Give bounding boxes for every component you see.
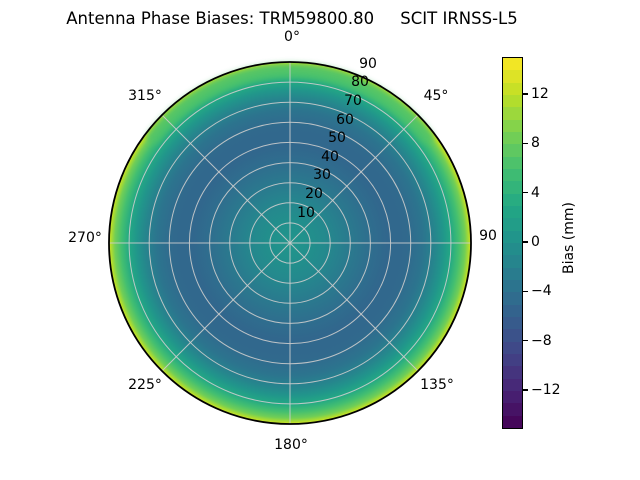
colorbar-band <box>503 415 522 428</box>
radial-tick-label: 20 <box>305 186 323 202</box>
radial-tick-label: 60 <box>336 112 354 128</box>
colorbar-band <box>503 242 522 256</box>
colorbar-band <box>503 378 522 391</box>
colorbar-band <box>503 329 522 342</box>
colorbar <box>502 57 523 429</box>
colorbar-band <box>503 193 522 206</box>
colorbar-tick-label: 4 <box>531 185 540 201</box>
colorbar-band <box>503 341 522 354</box>
colorbar-band <box>503 316 522 330</box>
colorbar-band <box>503 366 522 379</box>
colorbar-tick <box>523 93 528 95</box>
colorbar-band <box>503 131 522 145</box>
radial-tick-label: 90 <box>359 56 377 72</box>
colorbar-tick <box>523 340 528 342</box>
colorbar-band <box>503 144 522 157</box>
colorbar-band <box>503 279 522 293</box>
colorbar-band <box>503 353 522 367</box>
colorbar-band <box>503 403 522 416</box>
colorbar-tick <box>523 241 528 243</box>
radial-tick-label: 80 <box>351 74 369 90</box>
colorbar-band <box>503 107 522 120</box>
colorbar-band <box>503 58 522 71</box>
colorbar-band <box>503 168 522 182</box>
radial-tick-label: 50 <box>328 130 346 146</box>
colorbar-band <box>503 230 522 243</box>
angular-tick-label: 315° <box>128 88 162 104</box>
colorbar-tick <box>523 389 528 391</box>
colorbar-tick-label: 0 <box>531 234 540 250</box>
colorbar-band <box>503 267 522 280</box>
colorbar-tick <box>523 142 528 144</box>
angular-tick-label: 135° <box>420 377 454 393</box>
angular-tick-label: 0° <box>284 29 300 45</box>
radial-tick-label: 40 <box>321 149 339 165</box>
colorbar-band <box>503 119 522 132</box>
colorbar-band <box>503 292 522 305</box>
angular-tick-label: 270° <box>68 230 102 246</box>
radial-tick-label: 10 <box>297 205 315 221</box>
colorbar-tick-label: −12 <box>531 382 561 398</box>
colorbar-band <box>503 304 522 317</box>
colorbar-band <box>503 82 522 95</box>
colorbar-tick-label: −8 <box>531 333 552 349</box>
colorbar-band <box>503 156 522 169</box>
colorbar-label: Bias (mm) <box>561 201 577 275</box>
angular-tick-label: 180° <box>274 437 308 453</box>
colorbar-band <box>503 94 522 108</box>
colorbar-band <box>503 70 522 83</box>
angular-tick-label: 225° <box>128 377 162 393</box>
radial-tick-label: 70 <box>344 93 362 109</box>
polar-grid <box>109 62 471 424</box>
colorbar-tick-label: −4 <box>531 283 552 299</box>
colorbar-tick <box>523 192 528 194</box>
colorbar-band <box>503 255 522 268</box>
colorbar-tick-label: 8 <box>531 135 540 151</box>
colorbar-tick-label: 12 <box>531 86 549 102</box>
angular-tick-label: 90 <box>479 228 497 244</box>
colorbar-tick <box>523 290 528 292</box>
colorbar-bands <box>503 58 522 428</box>
colorbar-band <box>503 205 522 219</box>
radial-tick-label: 30 <box>313 167 331 183</box>
colorbar-band <box>503 218 522 231</box>
angular-tick-label: 45° <box>423 88 449 104</box>
colorbar-band <box>503 390 522 404</box>
figure-canvas: Antenna Phase Biases: TRM59800.80 SCIT I… <box>0 0 640 480</box>
colorbar-band <box>503 181 522 194</box>
